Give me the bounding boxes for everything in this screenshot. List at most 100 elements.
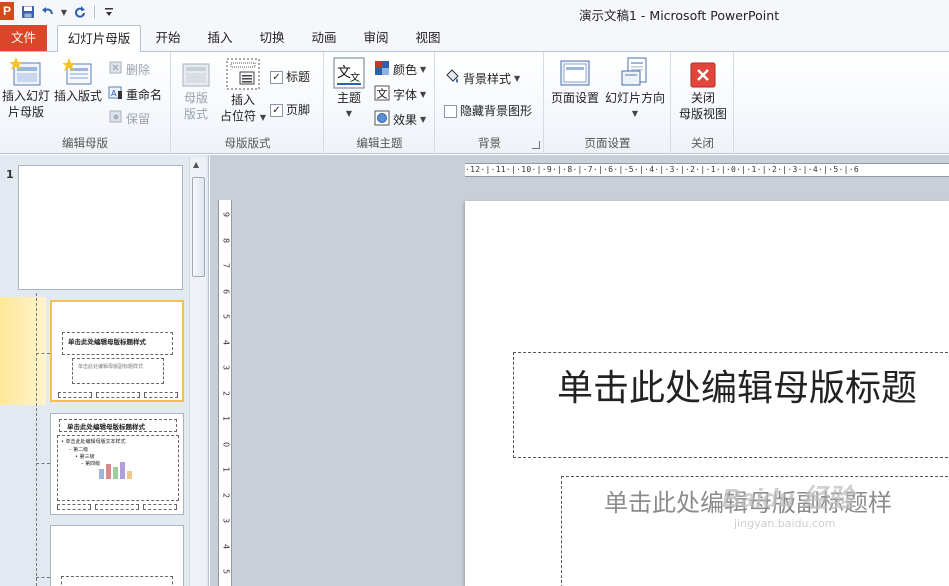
tab-slide-master[interactable]: 幻灯片母版 (57, 25, 141, 53)
quick-access-toolbar: ▼ (20, 3, 117, 21)
background-styles-button[interactable]: 背景样式 ▼ (444, 69, 520, 89)
group-edit-master: 插入幻灯 片母版 插入版式 删除 A 重命名 保留 编辑母版 (0, 52, 171, 154)
title-checkbox-box[interactable]: ✓ (270, 70, 283, 84)
fonts-button[interactable]: 文 字体 ▼ (374, 85, 426, 105)
thumbnail-scrollbar[interactable]: ▲ (189, 157, 206, 586)
toolbar-separator (94, 5, 95, 19)
chevron-down-icon: ▼ (420, 115, 427, 124)
group-close: 关闭 母版视图 关闭 (672, 52, 734, 154)
vertical-ruler-number: 2 (221, 492, 231, 498)
watermark-url: jingyan.baidu.com (734, 517, 836, 530)
preserve-label: 保留 (126, 111, 151, 126)
layout-thumbnail-section[interactable] (50, 525, 184, 586)
scrollbar-thumb[interactable] (192, 177, 205, 277)
tab-file[interactable]: 文件 (0, 25, 47, 51)
svg-text:A: A (111, 89, 117, 98)
scroll-up-arrow-icon[interactable]: ▲ (193, 160, 199, 169)
powerpoint-logo-icon[interactable]: P (0, 2, 14, 20)
rename-button[interactable]: A 重命名 (108, 85, 162, 104)
group-label-page-setup: 页面设置 (584, 136, 631, 150)
insert-placeholder-button[interactable]: 插入 占位符 ▼ (218, 56, 268, 126)
tab-view[interactable]: 视图 (408, 25, 448, 52)
vertical-ruler-number: 1 (221, 415, 231, 422)
hide-background-graphics-box[interactable] (444, 104, 457, 118)
svg-text:文: 文 (337, 65, 351, 81)
themes-button[interactable]: 文文 主题 ▼ (331, 56, 367, 122)
vertical-ruler[interactable]: 9 8 7 6 5 4 3 2 1 0 1 2 3 4 5 (218, 200, 232, 586)
tab-review[interactable]: 审阅 (356, 25, 396, 52)
delete-icon (108, 60, 123, 79)
vertical-ruler-number: 4 (221, 543, 231, 549)
layout-thumbnail-title-content[interactable]: 单击此处编辑母版标题样式 • 单击此处编辑母版文本样式 – 第二级 • 第三级 … (50, 413, 184, 515)
tab-transitions[interactable]: 切换 (252, 25, 292, 52)
layout-thumbnail-title[interactable]: 单击此处编辑母版标题样式 单击此处编辑母版副标题样式 (50, 300, 184, 402)
insert-placeholder-label-2: 占位符 ▼ (220, 109, 266, 123)
vertical-ruler-number: 3 (221, 517, 231, 524)
tab-insert[interactable]: 插入 (200, 25, 240, 52)
chevron-down-icon: ▼ (631, 109, 639, 118)
vertical-ruler-number: 3 (221, 364, 231, 371)
mini-content-text: • 单击此处编辑母版文本样式 (61, 439, 126, 445)
preserve-icon (108, 109, 123, 128)
footer-checkbox[interactable]: ✓ 页脚 (270, 102, 310, 118)
tree-connector (36, 577, 50, 578)
master-layout-button[interactable]: 母版 版式 (174, 60, 218, 122)
redo-icon[interactable] (72, 4, 88, 20)
dialog-launcher-icon[interactable] (532, 141, 540, 149)
themes-label: 主题 (336, 91, 361, 105)
mini-subtitle-text: 单击此处编辑母版副标题样式 (78, 364, 144, 370)
effects-icon (374, 110, 390, 130)
group-edit-theme: 文文 主题 ▼ 颜色 ▼ 文 字体 ▼ 效果 ▼ 编辑主题 (325, 52, 435, 154)
vertical-ruler-number: 2 (221, 390, 231, 396)
tree-connector (36, 463, 50, 464)
rename-icon: A (108, 85, 123, 104)
title-checkbox[interactable]: ✓ 标题 (270, 69, 310, 85)
rename-label: 重命名 (126, 87, 163, 102)
svg-text:文: 文 (350, 71, 360, 84)
master-layout-label-2: 版式 (183, 107, 208, 121)
chevron-down-icon: ▼ (259, 113, 266, 122)
slide-canvas[interactable]: 单击此处编辑母版标题 单击此处编辑母版副标题样 (465, 201, 949, 586)
slide-orientation-icon (603, 56, 667, 90)
vertical-ruler-number: 5 (221, 313, 231, 320)
effects-button[interactable]: 效果 ▼ (374, 110, 426, 130)
customize-icon[interactable] (101, 4, 117, 20)
insert-layout-button[interactable]: 插入版式 (52, 56, 104, 104)
chevron-down-icon: ▼ (345, 109, 353, 118)
delete-button[interactable]: 删除 (108, 60, 150, 79)
group-label-master-layout: 母版版式 (224, 136, 271, 150)
selection-highlight (0, 297, 46, 405)
group-background: 背景样式 ▼ 隐藏背景图形 背景 (436, 52, 544, 154)
horizontal-ruler[interactable]: ·12·|·11·|·10·|·9·|·8·|·7·|·6·|·5·|·4·|·… (465, 163, 949, 177)
title-placeholder-text[interactable]: 单击此处编辑母版标题 (557, 359, 917, 411)
insert-slide-master-button[interactable]: 插入幻灯 片母版 (0, 56, 52, 120)
preserve-button[interactable]: 保留 (108, 109, 150, 128)
effects-label: 效果 (393, 113, 418, 127)
insert-slide-master-label-1: 插入幻灯 (1, 89, 50, 103)
colors-button[interactable]: 颜色 ▼ (374, 60, 426, 80)
vertical-ruler-number: 6 (221, 288, 231, 294)
slide-thumbnail-pane[interactable]: 1 单击此处编辑母版标题样式 单击此处编辑母版副标题样式 单击此处编辑母版标题样… (0, 155, 209, 586)
slide-orientation-button[interactable]: 幻灯片方向 ▼ (603, 56, 667, 122)
group-label-edit-theme: 编辑主题 (356, 136, 403, 150)
tab-animations[interactable]: 动画 (304, 25, 344, 52)
save-icon[interactable] (20, 4, 36, 20)
undo-icon[interactable] (40, 4, 56, 20)
hide-background-graphics-checkbox[interactable]: 隐藏背景图形 (444, 103, 532, 119)
group-page-setup: 页面设置 幻灯片方向 ▼ 页面设置 (545, 52, 671, 154)
undo-dropdown-icon[interactable]: ▼ (60, 8, 68, 17)
delete-label: 删除 (126, 62, 151, 77)
tab-home[interactable]: 开始 (148, 25, 188, 52)
mini-footer-box (143, 504, 177, 510)
footer-checkbox-box[interactable]: ✓ (270, 103, 283, 117)
mini-title-box (61, 576, 173, 586)
page-setup-button[interactable]: 页面设置 (547, 56, 603, 106)
vertical-ruler-number: 5 (221, 568, 231, 575)
title-placeholder[interactable]: 单击此处编辑母版标题 (513, 352, 949, 458)
ribbon-tabs: 文件 幻灯片母版 开始 插入 切换 动画 审阅 视图 (0, 25, 949, 53)
insert-slide-master-icon (0, 56, 52, 88)
close-master-view-button[interactable]: 关闭 母版视图 (674, 60, 732, 122)
vertical-ruler-number: 4 (221, 339, 231, 345)
slide-master-thumbnail[interactable] (18, 165, 183, 290)
mini-subtitle-box (72, 358, 164, 384)
